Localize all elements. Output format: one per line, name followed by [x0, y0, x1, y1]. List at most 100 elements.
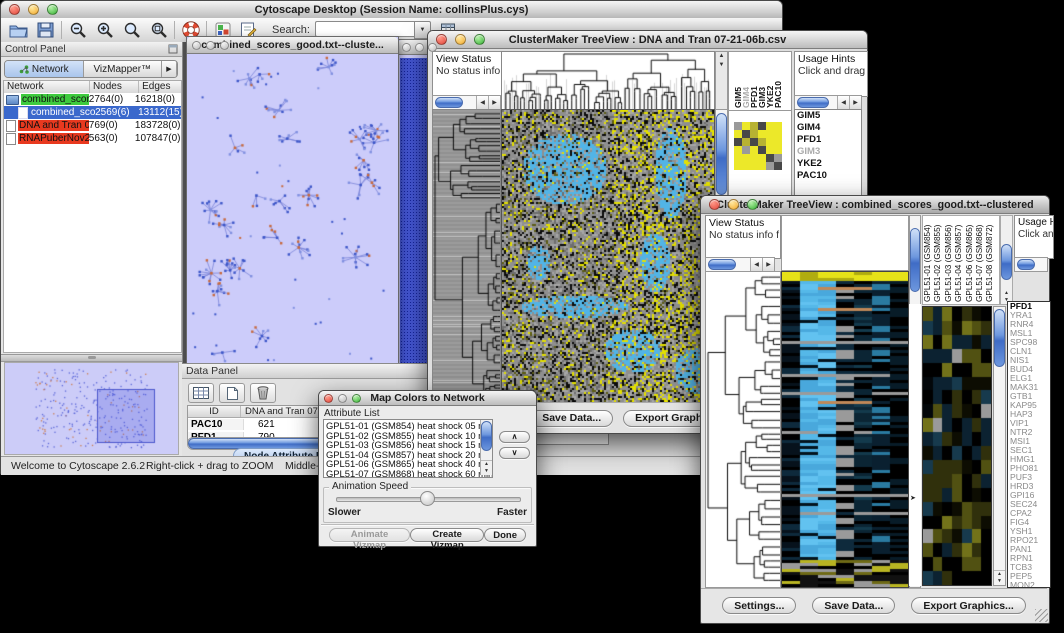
- attribute-list-scrollbar[interactable]: ▲▼: [480, 420, 492, 475]
- tv2-zoom-heatmap[interactable]: [922, 306, 992, 586]
- mini-heatmap-cell: [774, 138, 782, 146]
- dialog-window-controls[interactable]: [324, 394, 361, 403]
- zoom-button[interactable]: [220, 41, 229, 50]
- tab-vizmapper[interactable]: VizMapper™: [84, 61, 163, 77]
- tv2-gene-list[interactable]: PFD1YRA1RNR4MSL1SPC98CLN1NIS1BUD4ELG1MAK…: [1007, 301, 1051, 588]
- close-button[interactable]: [9, 4, 20, 15]
- tv2-action-button[interactable]: Export Graphics...: [911, 597, 1025, 614]
- panel-splitter[interactable]: [1, 354, 182, 362]
- treeview1-titlebar[interactable]: ClusterMaker TreeView : DNA and Tran 07-…: [428, 31, 867, 49]
- dialog-action-button[interactable]: Animate Vizmap: [329, 528, 410, 542]
- save-session-icon[interactable]: [35, 21, 56, 40]
- network-table-row[interactable]: combined_sco 2569(6) 13112(15): [4, 106, 181, 119]
- mini-heatmap-cell: [766, 130, 774, 138]
- row-label: GIM3: [795, 146, 861, 158]
- select-attributes-icon[interactable]: [188, 383, 214, 403]
- tv2-row-dendrogram[interactable]: [705, 271, 781, 588]
- zoom-button[interactable]: [474, 34, 485, 45]
- float-panel-icon[interactable]: [168, 44, 178, 54]
- tab-network[interactable]: Network: [5, 61, 84, 77]
- minimize-button[interactable]: [28, 4, 39, 15]
- column-label: GPL51-01 (GSM854): [923, 216, 933, 302]
- move-up-button[interactable]: ∧: [499, 431, 530, 443]
- mini-heatmap-cell: [774, 146, 782, 154]
- birdseye-view[interactable]: [4, 362, 179, 455]
- network-view-window[interactable]: combined_scores_good.txt--cluste...: [186, 36, 399, 368]
- dialog-titlebar[interactable]: Map Colors to Network: [319, 391, 536, 406]
- tv1-tree-arrows[interactable]: ▲▼: [715, 51, 728, 110]
- network-name: combined_scores: [21, 94, 89, 105]
- tv2-status-scrollbar[interactable]: ◀▶: [705, 257, 775, 272]
- cursor-arrow: ➤: [910, 494, 916, 502]
- tab-overflow-arrow[interactable]: ▶: [162, 61, 177, 77]
- zoom-selected-icon[interactable]: [148, 21, 169, 40]
- network-window-controls[interactable]: [192, 41, 229, 50]
- speed-slider-thumb[interactable]: [420, 491, 435, 506]
- column-label: GPL51-08 (GSM872): [985, 216, 995, 302]
- mini-heatmap-cell: [766, 154, 774, 162]
- dialog-action-button[interactable]: Create Vizmap: [410, 528, 484, 542]
- close-button[interactable]: [324, 394, 333, 403]
- tv2-column-dendrogram[interactable]: [781, 215, 909, 271]
- tv1-hints-scrollbar[interactable]: ◀▶: [794, 95, 862, 110]
- network-table-row[interactable]: DNA and Tran 07 769(0) 183728(0): [4, 119, 181, 132]
- tv2-action-button[interactable]: Save Data...: [812, 597, 895, 614]
- zoom-out-icon[interactable]: [67, 21, 88, 40]
- delete-attribute-icon[interactable]: [250, 383, 276, 403]
- dialog-action-button[interactable]: Done: [484, 528, 526, 542]
- move-down-button[interactable]: ∨: [499, 447, 530, 459]
- tv1-column-dendrogram[interactable]: [501, 51, 715, 110]
- tv2-hints-scrollbar[interactable]: [1014, 257, 1048, 272]
- tv1-mini-heatmap[interactable]: [734, 122, 782, 170]
- tv1-row-dendrogram[interactable]: [432, 109, 501, 403]
- mini-heatmap-cell: [774, 130, 782, 138]
- treeview2-window-controls[interactable]: [709, 199, 758, 210]
- tv2-action-button[interactable]: Settings...: [722, 597, 796, 614]
- attribute-list-item[interactable]: GPL51-07 (GSM868) heat shock 60 min: [326, 469, 490, 478]
- tv1-action-button[interactable]: Save Data...: [530, 410, 613, 427]
- network-table-row[interactable]: combined_scores 2764(0) 16218(0): [4, 93, 181, 106]
- minimize-button[interactable]: [455, 34, 466, 45]
- tv1-status-scrollbar[interactable]: ◀▶: [432, 95, 501, 110]
- mini-heatmap-cell: [774, 154, 782, 162]
- zoom-button[interactable]: [47, 4, 58, 15]
- minimize-button[interactable]: [338, 394, 347, 403]
- window-controls[interactable]: [9, 4, 58, 15]
- main-titlebar[interactable]: Cytoscape Desktop (Session Name: collins…: [1, 1, 782, 19]
- attribute-listbox[interactable]: GPL51-01 (GSM854) heat shock 05 minGPL51…: [323, 419, 493, 478]
- close-button[interactable]: [709, 199, 720, 210]
- tv2-heatmap-canvas[interactable]: [781, 271, 909, 588]
- control-panel: Control Panel Network VizMapper™ ▶ Netwo…: [1, 42, 183, 456]
- tv2-zoom-vscrollbar[interactable]: ▲▼: [993, 306, 1006, 586]
- zoom-button[interactable]: [352, 394, 361, 403]
- mini-heatmap-cell: [742, 130, 750, 138]
- network-table-row[interactable]: RNAPuberNov2+ 563(0) 107847(0): [4, 132, 181, 145]
- close-button[interactable]: [436, 34, 447, 45]
- tv1-column-labels: GIM5GIM4PFD1GIM3YKE2PAC10: [733, 54, 781, 108]
- tv1-heatmap-canvas[interactable]: [501, 109, 715, 403]
- tv2-collabel-scrollbar[interactable]: ▲▼: [1000, 215, 1013, 305]
- treeview1-window-controls[interactable]: [436, 34, 485, 45]
- mini-heatmap-cell: [758, 146, 766, 154]
- close-button[interactable]: [192, 41, 201, 50]
- mini-heatmap-cell: [766, 162, 774, 170]
- mini-heatmap-cell: [742, 138, 750, 146]
- tv2-view-status: View Status No status info f: [705, 215, 781, 259]
- mini-heatmap-cell: [758, 162, 766, 170]
- search-input[interactable]: [315, 21, 414, 37]
- zoom-in-icon[interactable]: [94, 21, 115, 40]
- zoom-button[interactable]: [747, 199, 758, 210]
- network-window-titlebar[interactable]: combined_scores_good.txt--cluste...: [187, 37, 398, 54]
- open-session-icon[interactable]: [8, 21, 29, 40]
- treeview2-titlebar[interactable]: ClusterMaker TreeView : combined_scores_…: [701, 196, 1049, 214]
- data-panel-toolbar: [188, 383, 276, 403]
- zoom-fit-icon[interactable]: [121, 21, 142, 40]
- network-view-canvas[interactable]: [187, 54, 396, 366]
- network-table-header[interactable]: Network Nodes Edges: [3, 80, 182, 94]
- network-item-icon: [6, 95, 19, 105]
- mini-heatmap-cell: [766, 138, 774, 146]
- resize-grip[interactable]: [1035, 609, 1048, 622]
- new-attribute-icon[interactable]: [219, 383, 245, 403]
- minimize-button[interactable]: [206, 41, 215, 50]
- minimize-button[interactable]: [728, 199, 739, 210]
